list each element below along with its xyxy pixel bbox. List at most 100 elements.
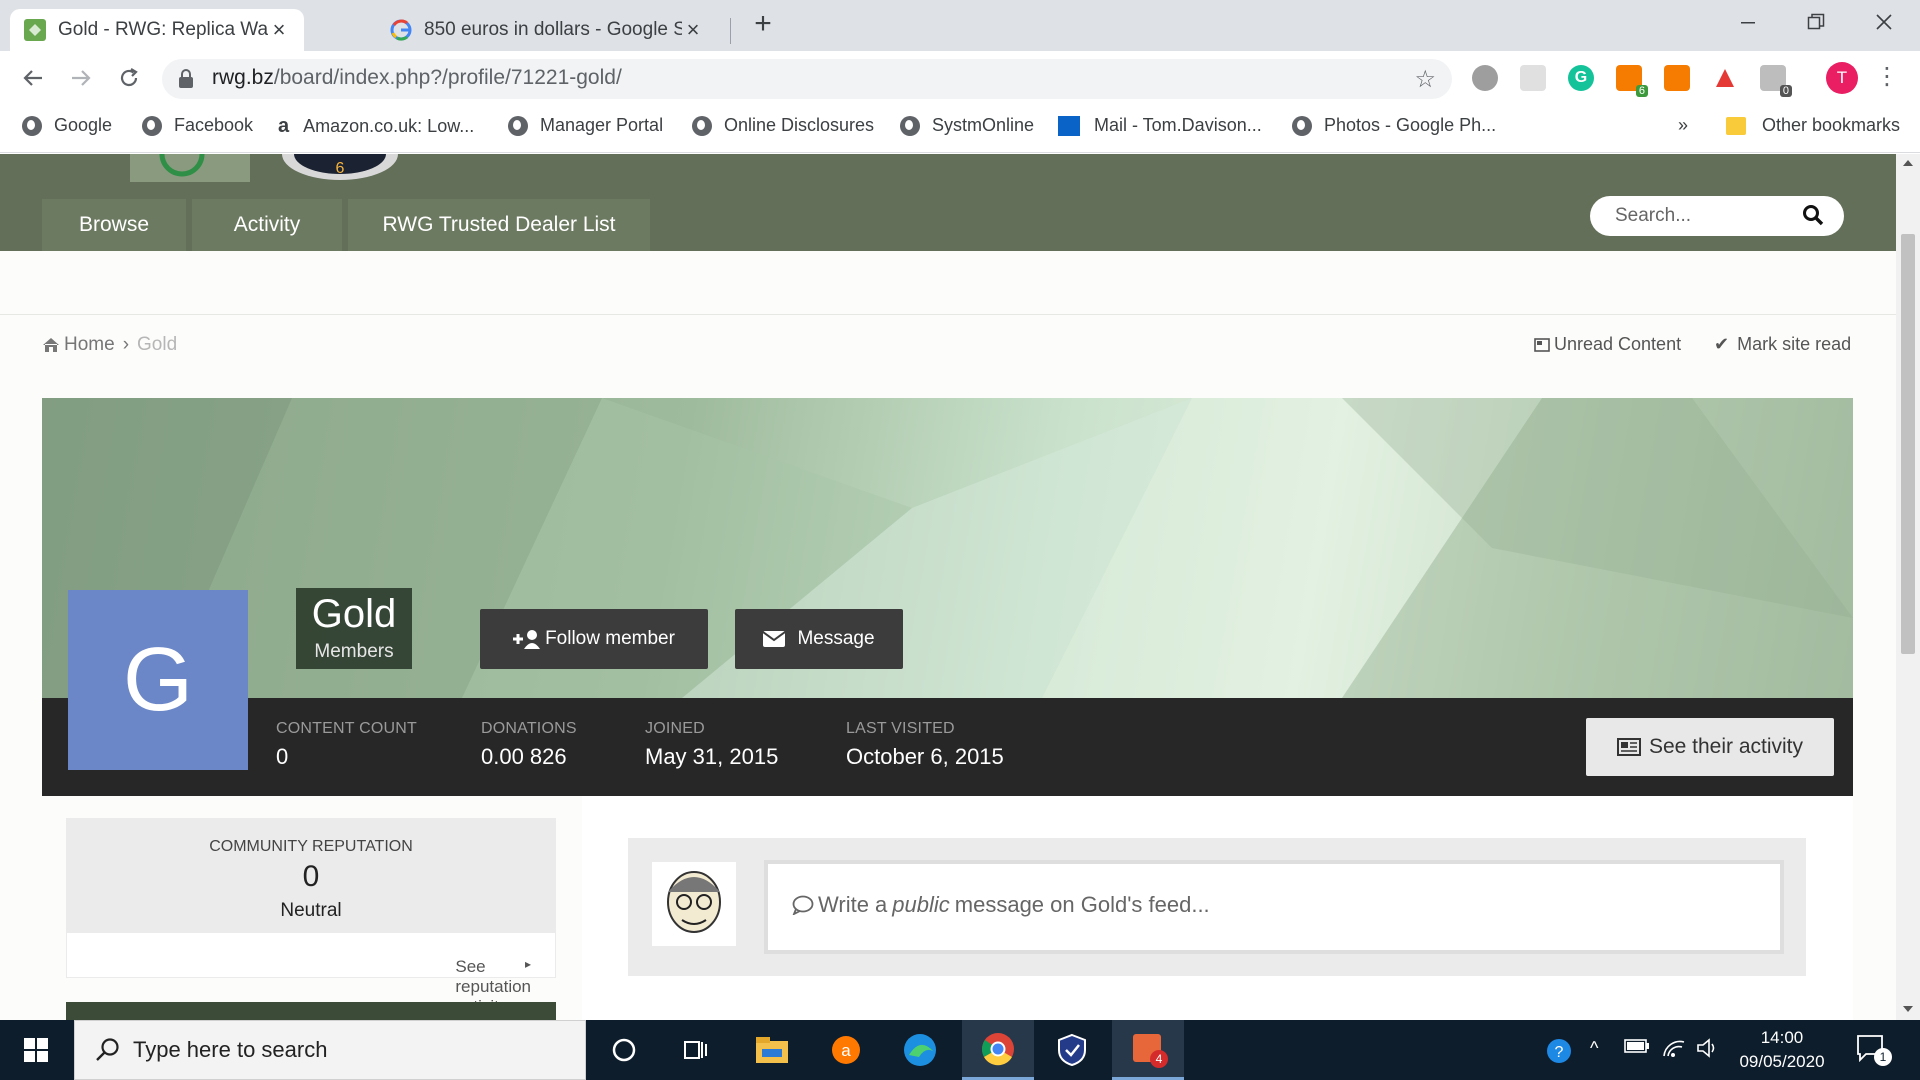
battery-icon[interactable] — [1624, 1038, 1650, 1054]
reload-icon[interactable] — [112, 61, 146, 95]
bookmark-google[interactable]: Google — [22, 115, 112, 136]
extension-camera-icon[interactable] — [1472, 65, 1498, 91]
wifi-icon[interactable] — [1662, 1038, 1686, 1058]
breadcrumb-current: Gold — [137, 334, 178, 355]
site-search-input[interactable]: Search... — [1590, 196, 1844, 236]
globe-icon — [1292, 115, 1312, 136]
other-bookmarks[interactable]: Other bookmarks — [1726, 115, 1900, 136]
nav-trusted-dealer-list[interactable]: RWG Trusted Dealer List — [348, 199, 650, 251]
nav-activity[interactable]: Activity — [192, 199, 342, 251]
volume-icon[interactable] — [1696, 1038, 1720, 1058]
taskbar-search-input[interactable]: Type here to search — [74, 1020, 586, 1080]
bookmark-amazon[interactable]: a Amazon.co.uk: Low... — [278, 115, 474, 138]
search-icon[interactable] — [1802, 204, 1824, 226]
app-notification-icon[interactable]: 4 — [1112, 1020, 1184, 1080]
google-favicon-icon — [390, 19, 412, 41]
bookmark-manager-portal[interactable]: Manager Portal — [508, 115, 663, 136]
notification-count: 1 — [1874, 1048, 1892, 1066]
task-view-icon[interactable] — [660, 1020, 732, 1080]
restore-icon[interactable] — [1796, 8, 1836, 36]
tab-close-icon[interactable]: × — [268, 17, 290, 42]
bookmark-mail[interactable]: Mail - Tom.Davison... — [1058, 115, 1262, 136]
caret-right-icon: ▸ — [524, 957, 531, 971]
start-button[interactable] — [0, 1020, 72, 1080]
back-icon[interactable] — [16, 61, 50, 95]
folder-icon — [1726, 116, 1746, 135]
amazon-icon: a — [278, 115, 290, 137]
avast-icon[interactable]: a — [810, 1020, 882, 1080]
scroll-up-icon[interactable] — [1903, 160, 1913, 166]
breadcrumb: Home › Gold — [42, 334, 177, 356]
tray-overflow-icon[interactable]: ^ — [1590, 1038, 1598, 1059]
scroll-down-icon[interactable] — [1903, 1006, 1913, 1012]
extension-bag-icon[interactable] — [1664, 65, 1690, 91]
unread-content-link[interactable]: Unread Content — [1534, 334, 1681, 355]
sidebar-widget-header — [66, 1002, 556, 1020]
new-tab-icon[interactable]: + — [748, 9, 778, 39]
scrollbar-thumb[interactable] — [1901, 234, 1915, 654]
tab-close-icon[interactable]: × — [682, 17, 704, 42]
bookmark-photos[interactable]: Photos - Google Ph... — [1292, 115, 1496, 136]
outlook-icon — [1058, 115, 1080, 136]
svg-text:6: 6 — [336, 160, 345, 177]
browser-tab[interactable]: 850 euros in dollars - Google Sea × — [376, 9, 718, 51]
stat-last-visited: Last Visited October 6, 2015 — [846, 720, 1004, 769]
globe-icon — [22, 115, 42, 136]
clock-time: 14:00 — [1760, 1028, 1804, 1047]
profile-avatar[interactable]: T — [1826, 62, 1858, 94]
message-button[interactable]: Message — [735, 609, 903, 669]
edge-icon[interactable] — [884, 1020, 956, 1080]
minimize-icon[interactable] — [1728, 8, 1768, 36]
security-shield-icon[interactable] — [1036, 1020, 1108, 1080]
bookmark-systmonline[interactable]: SystmOnline — [900, 115, 1034, 136]
bookmarks-overflow-icon[interactable]: » — [1678, 115, 1688, 136]
file-explorer-icon[interactable] — [736, 1020, 808, 1080]
stat-donations: Donations 0.00 826 — [481, 720, 577, 769]
reputation-text: Neutral — [280, 900, 342, 921]
extension-help-icon[interactable]: 0 — [1760, 65, 1792, 97]
browser-menu-icon[interactable]: ⋮ — [1874, 65, 1900, 91]
stat-content-count: Content Count 0 — [276, 720, 417, 769]
tab-title: Gold - RWG: Replica Watch Guid — [58, 19, 268, 40]
see-their-activity-button[interactable]: See their activity — [1586, 718, 1834, 776]
grammarly-icon[interactable]: G — [1568, 65, 1594, 91]
help-icon[interactable]: ? — [1546, 1038, 1572, 1064]
nav-browse[interactable]: Browse — [42, 199, 186, 251]
user-plus-icon — [513, 630, 541, 649]
chrome-icon[interactable] — [962, 1020, 1034, 1080]
speech-bubble-icon — [792, 895, 814, 915]
profile-group: Members — [314, 641, 394, 662]
breadcrumb-separator: › — [122, 334, 130, 355]
extension-red-icon[interactable] — [1712, 65, 1738, 91]
windows-logo-icon — [24, 1038, 48, 1062]
extension-badge: 6 — [1635, 85, 1648, 97]
bookmark-online-disclosures[interactable]: Online Disclosures — [692, 115, 874, 136]
bookmark-facebook[interactable]: Facebook — [142, 115, 253, 136]
close-window-icon[interactable] — [1864, 8, 1904, 36]
search-placeholder: Search... — [1615, 205, 1692, 226]
extension-blank-icon[interactable] — [1520, 65, 1546, 91]
notification-center-icon[interactable]: 1 — [1856, 1034, 1892, 1066]
browser-tab-active[interactable]: Gold - RWG: Replica Watch Guid × — [10, 9, 304, 51]
mark-site-read-link[interactable]: ✔ Mark site read — [1714, 334, 1851, 355]
status-feed-composer: Write a public message on Gold's feed... — [628, 838, 1806, 976]
lock-icon — [179, 69, 193, 88]
cortana-icon[interactable] — [588, 1020, 660, 1080]
bookmark-star-icon[interactable]: ☆ — [1414, 65, 1436, 94]
envelope-icon — [763, 631, 786, 647]
page-scrollbar[interactable] — [1896, 154, 1920, 1020]
globe-icon — [692, 115, 712, 136]
public-message-input[interactable]: Write a public message on Gold's feed... — [764, 860, 1784, 954]
address-bar[interactable]: rwg.bz/board/index.php?/profile/71221-go… — [162, 59, 1452, 99]
svg-text:?: ? — [1555, 1044, 1564, 1061]
browser-tab-strip: Gold - RWG: Replica Watch Guid × 850 eur… — [0, 0, 1920, 51]
system-clock[interactable]: 14:00 09/05/2020 — [1732, 1026, 1832, 1074]
search-icon — [96, 1038, 119, 1061]
windows-taskbar: Type here to search a 4 ? ^ 14:00 09/05/… — [0, 1020, 1920, 1080]
forward-icon[interactable] — [64, 61, 98, 95]
reputation-widget: COMMUNITY REPUTATION 0 Neutral See reput… — [66, 818, 556, 1016]
globe-icon — [142, 115, 162, 136]
breadcrumb-home[interactable]: Home — [64, 334, 115, 356]
extension-orange-icon[interactable]: 6 — [1616, 65, 1648, 97]
follow-member-button[interactable]: Follow member — [480, 609, 708, 669]
